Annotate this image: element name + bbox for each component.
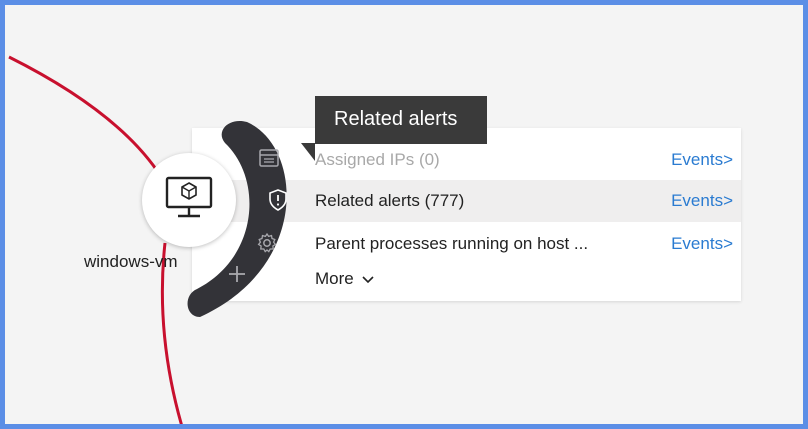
row-label: Assigned IPs (0) [315, 150, 440, 169]
row-label: Related alerts (777) [315, 191, 465, 210]
events-link[interactable]: Events> [671, 150, 733, 170]
row-label: Parent processes running on host ... [315, 234, 589, 253]
more-button[interactable]: More [315, 269, 375, 289]
graph-canvas: Assigned IPs (0) Events> Related alerts … [0, 0, 808, 429]
tooltip: Related alerts [315, 96, 487, 144]
shield-alert-icon[interactable] [267, 188, 289, 217]
events-link[interactable]: Events> [671, 191, 733, 211]
node-label: windows-vm [84, 252, 178, 271]
tooltip-pointer [301, 143, 315, 161]
plus-icon[interactable] [227, 264, 247, 289]
tooltip-text: Related alerts [334, 108, 458, 130]
more-label: More [315, 269, 354, 288]
gear-icon[interactable] [255, 231, 279, 260]
network-card-icon[interactable] [257, 146, 281, 175]
graph-node[interactable] [142, 153, 236, 247]
chevron-down-icon [362, 275, 375, 283]
virtual-machine-icon [164, 173, 214, 228]
events-link[interactable]: Events> [671, 234, 733, 254]
graph-edge [8, 55, 167, 184]
